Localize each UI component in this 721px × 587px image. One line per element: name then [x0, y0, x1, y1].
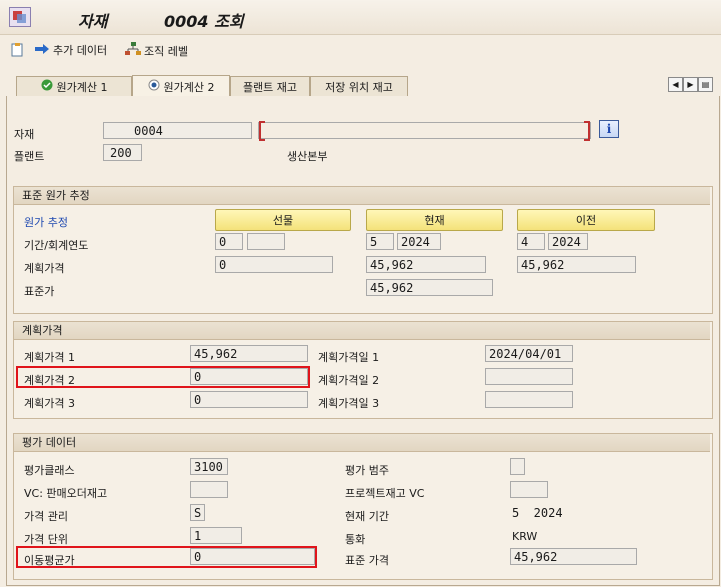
standard-price-label: 표준가 — [24, 285, 55, 298]
current-period-field[interactable]: 5 — [366, 233, 394, 250]
current-period-value: 5 2024 — [512, 506, 563, 520]
std-cost-group — [13, 186, 713, 314]
std-cost-group-title: 표준 원가 추정 — [14, 187, 710, 205]
price-unit-field[interactable]: 1 — [190, 527, 242, 544]
tab-costing-1[interactable]: 원가계산 1 — [16, 76, 132, 96]
title-bar — [0, 0, 721, 35]
planned-price-2-label: 계획가격 2 — [24, 374, 75, 387]
material-label: 자재 — [14, 128, 35, 141]
plant-label: 플랜트 — [14, 150, 45, 163]
price-unit-label: 가격 단위 — [24, 533, 68, 546]
radio-icon — [148, 79, 160, 94]
planned-price-1-field[interactable]: 45,962 — [190, 345, 308, 362]
tab-list-icon[interactable]: ▤ — [698, 77, 713, 92]
future-plan-price-field[interactable]: 0 — [215, 256, 333, 273]
planned-date-3-field[interactable] — [485, 391, 573, 408]
tab-prev-icon[interactable]: ◀ — [668, 77, 683, 92]
future-period-field[interactable]: 0 — [215, 233, 243, 250]
application-toolbar — [0, 35, 721, 65]
valuation-group-title: 평가 데이터 — [14, 434, 710, 452]
required-bracket-right — [584, 121, 590, 141]
planned-date-1-field[interactable]: 2024/04/01 — [485, 345, 573, 362]
tab-label: 플랜트 재고 — [242, 80, 298, 94]
org-structure-icon — [125, 42, 141, 59]
tab-label: 원가계산 2 — [163, 80, 215, 94]
previous-period-field[interactable]: 4 — [517, 233, 545, 250]
add-data-button[interactable]: 추가 데이터 — [34, 42, 107, 58]
previous-year-field[interactable]: 2024 — [548, 233, 588, 250]
valuation-category-field[interactable] — [510, 458, 525, 475]
standard-price-val-field[interactable]: 45,962 — [510, 548, 637, 565]
org-levels-button[interactable]: 조직 레벨 — [125, 42, 188, 59]
material-field[interactable]: 0004 — [103, 122, 252, 139]
current-period-label: 현재 기간 — [345, 510, 389, 523]
info-icon[interactable]: i — [599, 120, 619, 138]
project-stock-vc-field[interactable] — [510, 481, 548, 498]
current-year-field[interactable]: 2024 — [397, 233, 441, 250]
required-bracket-left — [259, 121, 265, 141]
price-control-label: 가격 관리 — [24, 510, 68, 523]
project-stock-vc-label: 프로젝트재고 VC — [345, 487, 425, 500]
vc-sales-order-field[interactable] — [190, 481, 228, 498]
page-title: 0004 조회 — [164, 12, 244, 31]
valuation-class-label: 평가클래스 — [24, 464, 75, 477]
check-icon — [41, 79, 53, 94]
previous-button[interactable]: 이전 — [517, 209, 655, 231]
transaction-icon — [9, 7, 31, 27]
page-title-object: 자재 — [78, 12, 108, 31]
tab-next-icon[interactable]: ▶ — [683, 77, 698, 92]
valuation-class-field[interactable]: 3100 — [190, 458, 228, 475]
standard-price-field[interactable]: 45,962 — [366, 279, 493, 296]
planned-price-3-label: 계획가격 3 — [24, 397, 75, 410]
planned-price-group-title: 계획가격 — [14, 322, 710, 340]
currency-value: KRW — [512, 530, 538, 543]
moving-average-field[interactable]: 0 — [190, 548, 315, 565]
currency-label: 통화 — [345, 533, 366, 546]
planned-price-1-label: 계획가격 1 — [24, 351, 75, 364]
future-button[interactable]: 선물 — [215, 209, 351, 231]
add-data-label: 추가 데이터 — [53, 44, 108, 57]
cost-estimate-label: 원가 추정 — [24, 216, 68, 229]
tab-label: 저장 위치 재고 — [325, 80, 393, 94]
planned-price-2-field[interactable]: 0 — [190, 368, 308, 385]
tab-label: 원가계산 1 — [56, 80, 108, 94]
plant-field[interactable]: 200 — [103, 144, 142, 161]
current-button[interactable]: 현재 — [366, 209, 503, 231]
planned-date-2-field[interactable] — [485, 368, 573, 385]
plan-price-label: 계획가격 — [24, 262, 65, 275]
period-year-label: 기간/회계연도 — [24, 239, 89, 252]
moving-average-label: 이동평균가 — [24, 554, 75, 567]
arrow-right-icon — [34, 43, 50, 58]
tab-plant-stock[interactable]: 플랜트 재고 — [230, 76, 310, 96]
planned-date-3-label: 계획가격일 3 — [318, 397, 380, 410]
planned-date-1-label: 계획가격일 1 — [318, 351, 380, 364]
vc-sales-order-label: VC: 판매오더재고 — [24, 487, 108, 500]
previous-plan-price-field[interactable]: 45,962 — [517, 256, 636, 273]
standard-price-val-label: 표준 가격 — [345, 554, 389, 567]
price-control-field[interactable]: S — [190, 504, 205, 521]
material-description-field[interactable] — [258, 122, 591, 139]
valuation-category-label: 평가 범주 — [345, 464, 389, 477]
plant-description: 생산본부 — [287, 150, 328, 163]
planned-date-2-label: 계획가격일 2 — [318, 374, 380, 387]
tab-costing-2[interactable]: 원가계산 2 — [132, 75, 230, 97]
tab-storage-stock[interactable]: 저장 위치 재고 — [310, 76, 408, 96]
current-plan-price-field[interactable]: 45,962 — [366, 256, 486, 273]
new-doc-icon[interactable] — [10, 43, 24, 60]
org-levels-label: 조직 레벨 — [144, 44, 188, 58]
planned-price-3-field[interactable]: 0 — [190, 391, 308, 408]
future-year-field[interactable] — [247, 233, 285, 250]
